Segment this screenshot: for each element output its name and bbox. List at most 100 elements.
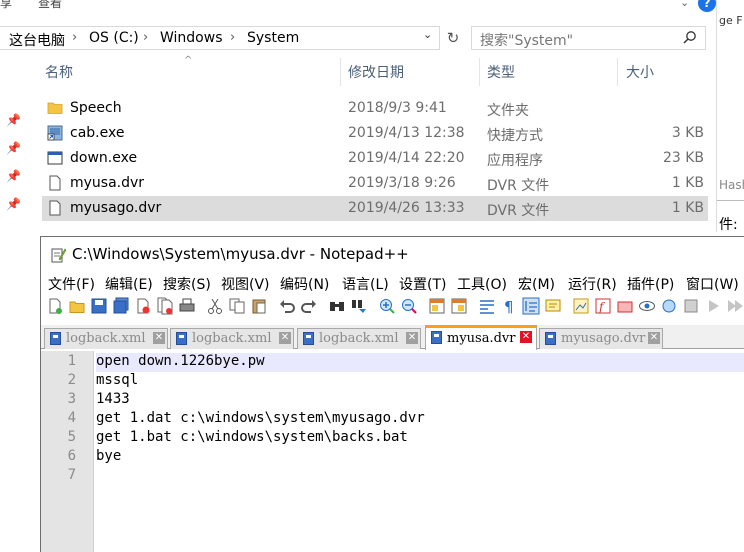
- menu-tools[interactable]: 工具(O): [457, 274, 507, 294]
- print-icon[interactable]: [178, 297, 196, 315]
- run-macro-multiple-icon[interactable]: [726, 297, 744, 315]
- chevron-right-icon[interactable]: ›: [143, 30, 148, 45]
- search-icon[interactable]: [683, 30, 697, 44]
- title-bar[interactable]: C:\Windows\System\myusa.dvr - Notepad++: [41, 237, 744, 271]
- cut-icon[interactable]: [206, 297, 224, 315]
- record-macro-icon[interactable]: [660, 297, 678, 315]
- ribbon-tab-share[interactable]: 享: [0, 0, 12, 11]
- replace-icon[interactable]: [350, 297, 368, 315]
- ribbon-collapse-icon[interactable]: ⌄: [680, 0, 689, 9]
- menu-search[interactable]: 搜索(S): [163, 274, 211, 294]
- close-icon[interactable]: ✕: [279, 332, 291, 344]
- menu-plugins[interactable]: 插件(P): [627, 274, 674, 294]
- folder-as-workspace-icon[interactable]: [616, 297, 634, 315]
- tab-logback-xml[interactable]: logback.xml ✕: [44, 328, 168, 349]
- file-size: 1 KB: [671, 200, 704, 216]
- address-dropdown-icon[interactable]: ⌄: [423, 28, 432, 41]
- menu-run[interactable]: 运行(R): [568, 274, 617, 294]
- line-number: 3: [67, 391, 76, 407]
- menu-file[interactable]: 文件(F): [48, 274, 95, 294]
- tab-myusago-dvr[interactable]: myusago.dvr ✕: [539, 328, 663, 349]
- details-pane-hash: Hash: [719, 178, 744, 192]
- document-map-icon[interactable]: [572, 297, 590, 315]
- code-line[interactable]: get 1.bat c:\windows\system\backs.bat: [96, 429, 408, 445]
- breadcrumb-windows[interactable]: Windows: [160, 30, 223, 46]
- saved-file-icon: [303, 332, 314, 345]
- chevron-right-icon[interactable]: ›: [72, 30, 77, 45]
- close-icon[interactable]: ✕: [520, 331, 532, 343]
- breadcrumb-os-c[interactable]: OS (C:): [89, 30, 139, 46]
- user-defined-language-icon[interactable]: [544, 297, 562, 315]
- menu-encoding[interactable]: 编码(N): [280, 274, 329, 294]
- playback-macro-icon[interactable]: [704, 297, 722, 315]
- stop-macro-icon[interactable]: [682, 297, 700, 315]
- function-list-icon[interactable]: f: [594, 297, 612, 315]
- find-icon[interactable]: [328, 297, 346, 315]
- zoom-out-icon[interactable]: [400, 297, 418, 315]
- new-file-icon[interactable]: [46, 297, 64, 315]
- close-icon[interactable]: ✕: [406, 332, 418, 344]
- indent-guide-icon[interactable]: [522, 297, 540, 315]
- file-row[interactable]: Speech 2018/9/3 9:41 文件夹: [42, 96, 708, 121]
- tab-label: logback.xml: [66, 331, 146, 346]
- saved-file-icon: [176, 332, 187, 345]
- close-all-icon[interactable]: [156, 297, 174, 315]
- tab-logback-xml[interactable]: logback.xml ✕: [297, 328, 421, 349]
- menu-edit[interactable]: 编辑(E): [105, 274, 153, 294]
- monitoring-icon[interactable]: [638, 297, 656, 315]
- redo-icon[interactable]: [300, 297, 318, 315]
- code-line[interactable]: open down.1226bye.pw: [96, 353, 265, 369]
- file-row[interactable]: myusa.dvr 2019/3/18 9:26 DVR 文件 1 KB: [42, 171, 708, 196]
- file-row-selected[interactable]: myusago.dvr 2019/4/26 13:33 DVR 文件 1 KB: [42, 196, 708, 221]
- menu-macro[interactable]: 宏(M): [518, 274, 555, 294]
- open-file-icon[interactable]: [68, 297, 86, 315]
- copy-icon[interactable]: [228, 297, 246, 315]
- close-icon[interactable]: ✕: [153, 332, 165, 344]
- column-header-date[interactable]: 修改日期: [348, 62, 404, 82]
- column-header-size[interactable]: 大小: [626, 62, 654, 82]
- code-line[interactable]: 1433: [96, 391, 130, 407]
- menu-view[interactable]: 视图(V): [221, 274, 270, 294]
- ribbon-tab-view[interactable]: 查看: [38, 0, 62, 11]
- column-header-name[interactable]: 名称: [45, 62, 73, 82]
- pin-icon[interactable]: 📌: [6, 141, 21, 155]
- menu-language[interactable]: 语言(L): [342, 274, 389, 294]
- file-row[interactable]: cab.exe 2019/4/13 12:38 快捷方式 3 KB: [42, 121, 708, 146]
- sync-horizontal-icon[interactable]: [450, 297, 468, 315]
- saved-file-icon: [545, 332, 556, 345]
- file-row[interactable]: down.exe 2019/4/14 22:20 应用程序 23 KB: [42, 146, 708, 171]
- close-icon[interactable]: ✕: [648, 332, 660, 344]
- search-placeholder: 搜索"System": [480, 33, 574, 49]
- sync-vertical-icon[interactable]: [428, 297, 446, 315]
- tab-myusa-dvr[interactable]: myusa.dvr ✕: [425, 325, 537, 350]
- save-icon[interactable]: [90, 297, 108, 315]
- word-wrap-icon[interactable]: [478, 297, 496, 315]
- tab-label: myusa.dvr: [447, 331, 516, 346]
- code-line[interactable]: get 1.dat c:\windows\system\myusago.dvr: [96, 410, 425, 426]
- refresh-icon[interactable]: ↻: [443, 27, 463, 49]
- search-input[interactable]: 搜索"System": [471, 26, 706, 50]
- code-line[interactable]: mssql: [96, 372, 138, 388]
- zoom-in-icon[interactable]: [378, 297, 396, 315]
- undo-icon[interactable]: [278, 297, 296, 315]
- column-divider[interactable]: [617, 58, 618, 86]
- menu-settings[interactable]: 设置(T): [399, 274, 446, 294]
- breadcrumb-this-pc[interactable]: 这台电脑: [9, 30, 65, 50]
- address-bar[interactable]: 这台电脑 › OS (C:) › Windows › System: [0, 26, 440, 50]
- pin-icon[interactable]: 📌: [6, 113, 21, 127]
- menu-window[interactable]: 窗口(W): [686, 274, 739, 294]
- close-file-icon[interactable]: [134, 297, 152, 315]
- column-divider[interactable]: [340, 58, 341, 86]
- save-all-icon[interactable]: [112, 297, 130, 315]
- line-number: 7: [67, 467, 76, 483]
- breadcrumb-system[interactable]: System: [247, 30, 299, 46]
- tab-logback-xml[interactable]: logback.xml ✕: [170, 328, 294, 349]
- chevron-right-icon[interactable]: ›: [230, 30, 235, 45]
- pin-icon[interactable]: 📌: [6, 197, 21, 211]
- show-all-characters-icon[interactable]: ¶: [500, 297, 518, 315]
- pin-icon[interactable]: 📌: [6, 169, 21, 183]
- code-line[interactable]: bye: [96, 448, 121, 464]
- column-divider[interactable]: [479, 58, 480, 86]
- column-header-type[interactable]: 类型: [487, 62, 515, 82]
- paste-icon[interactable]: [250, 297, 268, 315]
